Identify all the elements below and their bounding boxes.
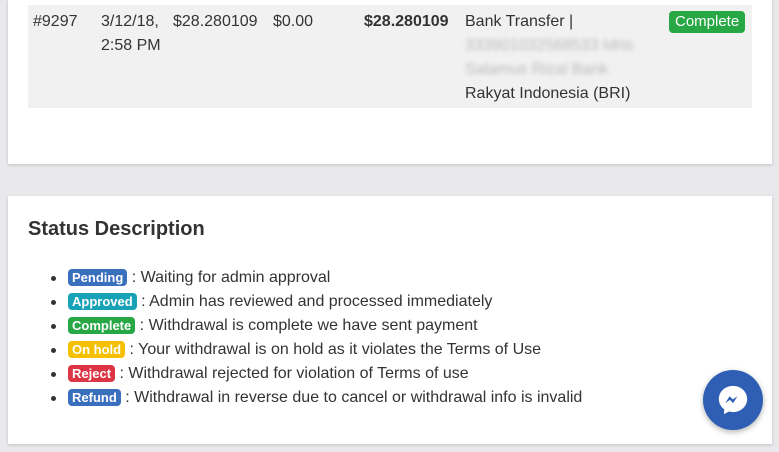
status-badge: Complete: [669, 11, 746, 33]
section-title: Status Description: [28, 218, 205, 240]
table-row: #9297 3/12/18, 2:58 PM $28.280109 $0.00 …: [28, 5, 752, 108]
list-item: Reject : Withdrawal rejected for violati…: [28, 362, 582, 386]
reject-description: : Withdrawal rejected for violation of T…: [115, 365, 469, 382]
method-blurred-name: Salamus Rizal Bank: [465, 61, 609, 78]
approved-badge: Approved: [68, 293, 137, 310]
list-item: Refund : Withdrawal in reverse due to ca…: [28, 386, 582, 410]
complete-description: : Withdrawal is complete we have sent pa…: [135, 317, 478, 334]
onhold-description: : Your withdrawal is on hold as it viola…: [125, 341, 542, 358]
list-item: Complete : Withdrawal is complete we hav…: [28, 314, 582, 338]
transaction-date-line1: 3/12/18,: [101, 13, 159, 30]
method-line4: Rakyat Indonesia (BRI): [465, 85, 631, 102]
transaction-status: Complete: [669, 10, 746, 34]
messenger-chat-button[interactable]: [703, 370, 763, 430]
complete-badge: Complete: [68, 317, 136, 334]
transaction-date: 3/12/18, 2:58 PM: [101, 10, 171, 58]
refund-badge: Refund: [68, 389, 121, 406]
pending-description: : Waiting for admin approval: [127, 269, 331, 286]
transaction-net-amount: $28.280109: [364, 13, 449, 30]
pending-badge: Pending: [68, 269, 128, 286]
onhold-badge: On hold: [68, 341, 126, 358]
method-line1: Bank Transfer |: [465, 13, 574, 30]
list-item: On hold : Your withdrawal is on hold as …: [28, 338, 582, 362]
reject-badge: Reject: [68, 365, 116, 382]
transaction-method: Bank Transfer | 333901032568533 Idris Sa…: [465, 10, 665, 106]
transaction-card: #9297 3/12/18, 2:58 PM $28.280109 $0.00 …: [8, 0, 772, 164]
list-item: Pending : Waiting for admin approval: [28, 266, 582, 290]
status-list: Pending : Waiting for admin approval App…: [28, 266, 582, 410]
messenger-icon: [718, 385, 748, 415]
method-blurred-account: 333901032568533 Idris: [465, 37, 634, 54]
refund-description: : Withdrawal in reverse due to cancel or…: [120, 389, 583, 406]
transaction-amount: $28.280109: [173, 13, 258, 30]
transaction-id: #9297: [33, 13, 78, 30]
transaction-fee: $0.00: [273, 13, 314, 30]
approved-description: : Admin has reviewed and processed immed…: [136, 293, 493, 310]
transaction-date-line2: 2:58 PM: [101, 37, 161, 54]
status-description-card: Status Description Pending : Waiting for…: [8, 196, 772, 444]
list-item: Approved : Admin has reviewed and proces…: [28, 290, 582, 314]
